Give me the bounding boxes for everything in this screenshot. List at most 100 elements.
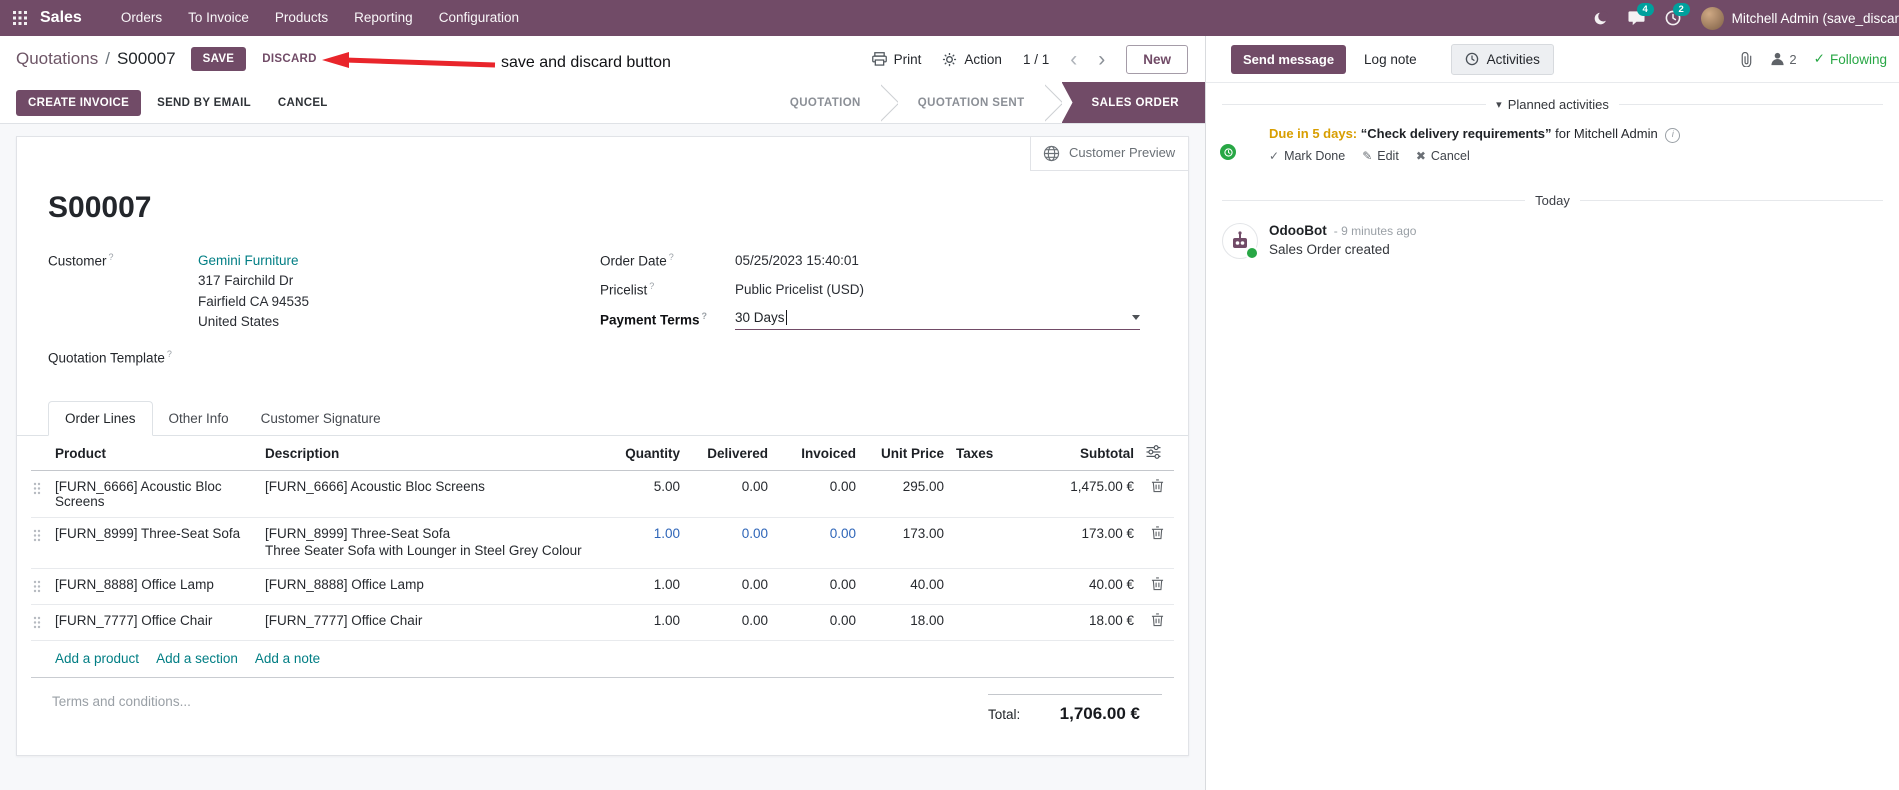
info-icon[interactable]: i (1665, 127, 1681, 143)
order-date-field[interactable]: 05/25/2023 15:40:01 (735, 251, 1140, 271)
discard-button[interactable]: DISCARD (253, 47, 326, 71)
order-date-label: Order Date? (600, 252, 674, 269)
attachments-button[interactable] (1739, 51, 1753, 67)
activities-label: Activities (1486, 51, 1540, 67)
stage-sales-order[interactable]: SALES ORDER (1061, 82, 1205, 123)
delivered-cell[interactable]: 0.00 (686, 568, 774, 606)
tab-customer-signature[interactable]: Customer Signature (245, 402, 397, 435)
product-cell[interactable]: [FURN_7777] Office Chair (49, 604, 259, 642)
taxes-cell[interactable] (950, 604, 1020, 642)
annotation-arrow (322, 52, 496, 68)
optional-columns-icon[interactable] (1140, 435, 1174, 471)
menu-orders[interactable]: Orders (108, 0, 175, 36)
terms-placeholder[interactable]: Terms and conditions... (52, 694, 191, 709)
dropdown-caret-icon[interactable] (1132, 314, 1140, 320)
tab-other-info[interactable]: Other Info (153, 402, 245, 435)
menu-products[interactable]: Products (262, 0, 341, 36)
quantity-cell[interactable]: 1.00 (598, 517, 686, 570)
taxes-cell[interactable] (950, 470, 1020, 518)
create-invoice-button[interactable]: CREATE INVOICE (16, 89, 142, 116)
moon-icon[interactable] (1583, 0, 1619, 36)
breadcrumb-quotations[interactable]: Quotations (16, 49, 98, 69)
add-section-link[interactable]: Add a section (156, 651, 238, 666)
delete-line-icon[interactable] (1140, 568, 1174, 606)
following-button[interactable]: ✓ Following (1814, 51, 1887, 67)
product-cell[interactable]: [FURN_6666] Acoustic Bloc Screens (49, 470, 259, 518)
delivered-cell[interactable]: 0.00 (686, 470, 774, 518)
invoiced-cell[interactable]: 0.00 (774, 470, 862, 518)
customer-field[interactable]: Gemini Furniture (198, 253, 299, 268)
payment-terms-input[interactable]: 30 Days (735, 309, 1140, 330)
quantity-cell[interactable]: 1.00 (598, 604, 686, 642)
sheet-background: Customer Preview S00007 Customer? Gemini… (0, 124, 1205, 790)
invoiced-cell[interactable]: 0.00 (774, 568, 862, 606)
cancel-button[interactable]: CANCEL (267, 90, 339, 116)
apps-menu-icon[interactable] (0, 0, 40, 36)
delete-line-icon[interactable] (1140, 470, 1174, 518)
activities-icon[interactable]: 2 (1655, 0, 1691, 36)
user-name[interactable]: Mitchell Admin (save_discar (1732, 11, 1899, 26)
menu-to-invoice[interactable]: To Invoice (175, 0, 262, 36)
drag-handle-icon[interactable] (31, 604, 49, 642)
pricelist-field[interactable]: Public Pricelist (USD) (735, 280, 1140, 300)
save-button[interactable]: SAVE (190, 47, 247, 71)
notebook-tabs: Order Lines Other Info Customer Signatur… (17, 400, 1188, 436)
stage-separator-icon (881, 82, 898, 123)
unit-price-cell[interactable]: 40.00 (862, 568, 950, 606)
taxes-cell[interactable] (950, 568, 1020, 606)
drag-handle-icon[interactable] (31, 517, 49, 570)
add-product-link[interactable]: Add a product (55, 651, 139, 666)
delete-line-icon[interactable] (1140, 604, 1174, 642)
menu-configuration[interactable]: Configuration (426, 0, 532, 36)
planned-activities-toggle[interactable]: ▾ Planned activities (1496, 97, 1609, 112)
chatter-message: OdooBot - 9 minutes ago Sales Order crea… (1206, 208, 1899, 261)
add-note-link[interactable]: Add a note (255, 651, 320, 666)
customer-preview-button[interactable]: Customer Preview (1030, 137, 1188, 171)
quantity-cell[interactable]: 5.00 (598, 470, 686, 518)
unit-price-cell[interactable]: 295.00 (862, 470, 950, 518)
unit-price-cell[interactable]: 173.00 (862, 517, 950, 570)
send-message-button[interactable]: Send message (1231, 44, 1347, 74)
taxes-cell[interactable] (950, 517, 1020, 570)
invoiced-cell[interactable]: 0.00 (774, 604, 862, 642)
quotation-template-label: Quotation Template? (48, 349, 172, 366)
send-by-email-button[interactable]: SEND BY EMAIL (146, 90, 262, 116)
action-button[interactable]: Action (942, 52, 1002, 67)
drag-handle-icon[interactable] (31, 568, 49, 606)
check-icon: ✓ (1269, 148, 1280, 163)
followers-button[interactable]: 2 (1770, 52, 1797, 67)
mark-done-button[interactable]: ✓ Mark Done (1269, 147, 1345, 166)
drag-handle-icon[interactable] (31, 470, 49, 518)
log-note-button[interactable]: Log note (1354, 45, 1427, 74)
quantity-cell[interactable]: 1.00 (598, 568, 686, 606)
delete-line-icon[interactable] (1140, 517, 1174, 570)
activities-button[interactable]: Activities (1450, 43, 1554, 75)
description-cell[interactable]: [FURN_8999] Three-Seat Sofa Three Seater… (259, 517, 598, 570)
unit-price-cell[interactable]: 18.00 (862, 604, 950, 642)
user-avatar[interactable] (1700, 6, 1724, 30)
quotation-template-field[interactable] (198, 348, 498, 366)
delivered-header: Delivered (686, 435, 774, 471)
product-cell[interactable]: [FURN_8888] Office Lamp (49, 568, 259, 606)
order-form-sheet: Customer Preview S00007 Customer? Gemini… (16, 136, 1189, 756)
description-cell[interactable]: [FURN_8888] Office Lamp (259, 568, 598, 606)
app-name[interactable]: Sales (40, 9, 82, 27)
description-cell[interactable]: [FURN_6666] Acoustic Bloc Screens (259, 470, 598, 518)
menu-reporting[interactable]: Reporting (341, 0, 426, 36)
print-button[interactable]: Print (871, 52, 921, 67)
new-button[interactable]: New (1126, 44, 1188, 74)
stage-quotation[interactable]: QUOTATION (769, 82, 881, 123)
invoiced-cell[interactable]: 0.00 (774, 517, 862, 570)
pager-next-icon[interactable]: › (1098, 49, 1105, 70)
cancel-activity-button[interactable]: ✖ Cancel (1416, 147, 1470, 166)
tab-order-lines[interactable]: Order Lines (48, 400, 153, 436)
delivered-cell[interactable]: 0.00 (686, 604, 774, 642)
product-cell[interactable]: [FURN_8999] Three-Seat Sofa (49, 517, 259, 570)
description-cell[interactable]: [FURN_7777] Office Chair (259, 604, 598, 642)
edit-activity-button[interactable]: ✎ Edit (1362, 147, 1399, 166)
pager-previous-icon[interactable]: ‹ (1070, 49, 1077, 70)
messages-icon[interactable]: 4 (1619, 0, 1655, 36)
delivered-cell[interactable]: 0.00 (686, 517, 774, 570)
customer-field-label: Customer? (48, 252, 114, 269)
stage-quotation-sent[interactable]: QUOTATION SENT (897, 82, 1045, 123)
